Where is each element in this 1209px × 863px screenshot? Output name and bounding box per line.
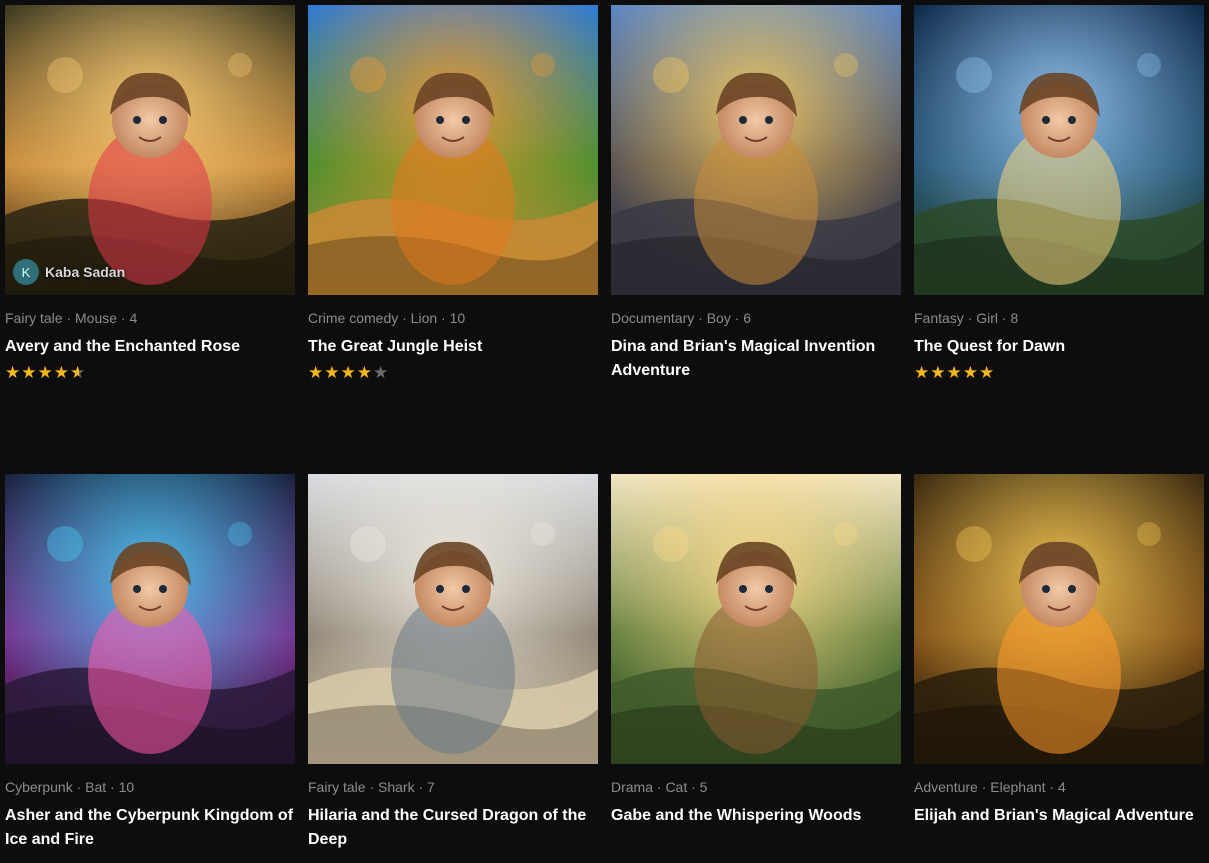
story-meta: Documentary · Boy · 6	[611, 310, 752, 326]
story-cover[interactable]	[308, 5, 598, 295]
rating-star-icon: ★	[37, 363, 54, 382]
story-card[interactable]: Fantasy · Girl · 8 The Quest for Dawn ★★…	[914, 5, 1204, 383]
story-cover-art	[611, 5, 901, 295]
story-cover[interactable]	[5, 474, 295, 764]
story-cover[interactable]	[914, 474, 1204, 764]
story-card[interactable]: K Kaba Sadan Fairy tale · Mouse · 4 Aver…	[5, 5, 295, 383]
rating-star-icon: ★	[979, 363, 996, 382]
author-name: Kaba Sadan	[45, 264, 126, 280]
story-card[interactable]: Crime comedy · Lion · 10 The Great Jungl…	[308, 5, 598, 383]
story-title[interactable]: Dina and Brian's Magical Invention Adven…	[611, 335, 901, 383]
story-author[interactable]: K Kaba Sadan	[13, 259, 125, 285]
story-cover[interactable]	[914, 5, 1204, 295]
rating-star-icon: ★	[21, 363, 38, 382]
story-card[interactable]: Fairy tale · Shark · 7 Hilaria and the C…	[308, 474, 598, 852]
story-cover-art	[5, 474, 295, 764]
story-cover-art	[914, 5, 1204, 295]
story-cover-art	[308, 474, 598, 764]
story-title[interactable]: The Quest for Dawn	[914, 335, 1204, 359]
rating-star-icon: ★	[70, 363, 87, 382]
story-meta: Drama · Cat · 5	[611, 779, 708, 795]
story-card[interactable]: Adventure · Elephant · 4 Elijah and Bria…	[914, 474, 1204, 828]
story-title[interactable]: Avery and the Enchanted Rose	[5, 335, 295, 359]
rating-star-icon: ★	[308, 363, 325, 382]
star-rating: ★★★★★	[914, 363, 1204, 383]
story-cover-art	[308, 5, 598, 295]
story-meta: Fairy tale · Mouse · 4	[5, 310, 138, 326]
rating-star-icon: ★	[324, 363, 341, 382]
story-cover[interactable]	[611, 5, 901, 295]
star-rating: ★★★★★	[308, 363, 598, 383]
avatar: K	[13, 259, 39, 285]
story-title[interactable]: Gabe and the Whispering Woods	[611, 804, 901, 828]
story-card[interactable]: Documentary · Boy · 6 Dina and Brian's M…	[611, 5, 901, 383]
story-meta: Cyberpunk · Bat · 10	[5, 779, 135, 795]
rating-star-icon: ★	[53, 363, 70, 382]
story-meta: Crime comedy · Lion · 10	[308, 310, 466, 326]
story-meta: Fairy tale · Shark · 7	[308, 779, 435, 795]
story-title[interactable]: Asher and the Cyberpunk Kingdom of Ice a…	[5, 804, 295, 852]
story-card[interactable]: Cyberpunk · Bat · 10 Asher and the Cyber…	[5, 474, 295, 852]
story-cover[interactable]: K Kaba Sadan	[5, 5, 295, 295]
story-cover-art	[914, 474, 1204, 764]
story-meta: Adventure · Elephant · 4	[914, 779, 1066, 795]
rating-star-icon: ★	[930, 363, 947, 382]
rating-star-icon: ★	[5, 363, 22, 382]
story-meta: Fantasy · Girl · 8	[914, 310, 1019, 326]
story-title[interactable]: Elijah and Brian's Magical Adventure	[914, 804, 1204, 828]
story-cover[interactable]	[308, 474, 598, 764]
rating-star-icon: ★	[962, 363, 979, 382]
story-cover-art	[611, 474, 901, 764]
story-cover-art	[5, 5, 295, 295]
rating-star-icon: ★	[340, 363, 357, 382]
rating-star-icon: ★	[356, 363, 373, 382]
story-title[interactable]: Hilaria and the Cursed Dragon of the Dee…	[308, 804, 598, 852]
rating-star-icon: ★	[373, 363, 390, 382]
story-cover[interactable]	[611, 474, 901, 764]
story-grid: K Kaba Sadan Fairy tale · Mouse · 4 Aver…	[0, 0, 1209, 863]
story-title[interactable]: The Great Jungle Heist	[308, 335, 598, 359]
story-card[interactable]: Drama · Cat · 5 Gabe and the Whispering …	[611, 474, 901, 828]
star-rating: ★★★★★	[5, 363, 295, 383]
rating-star-icon: ★	[914, 363, 931, 382]
rating-star-icon: ★	[946, 363, 963, 382]
